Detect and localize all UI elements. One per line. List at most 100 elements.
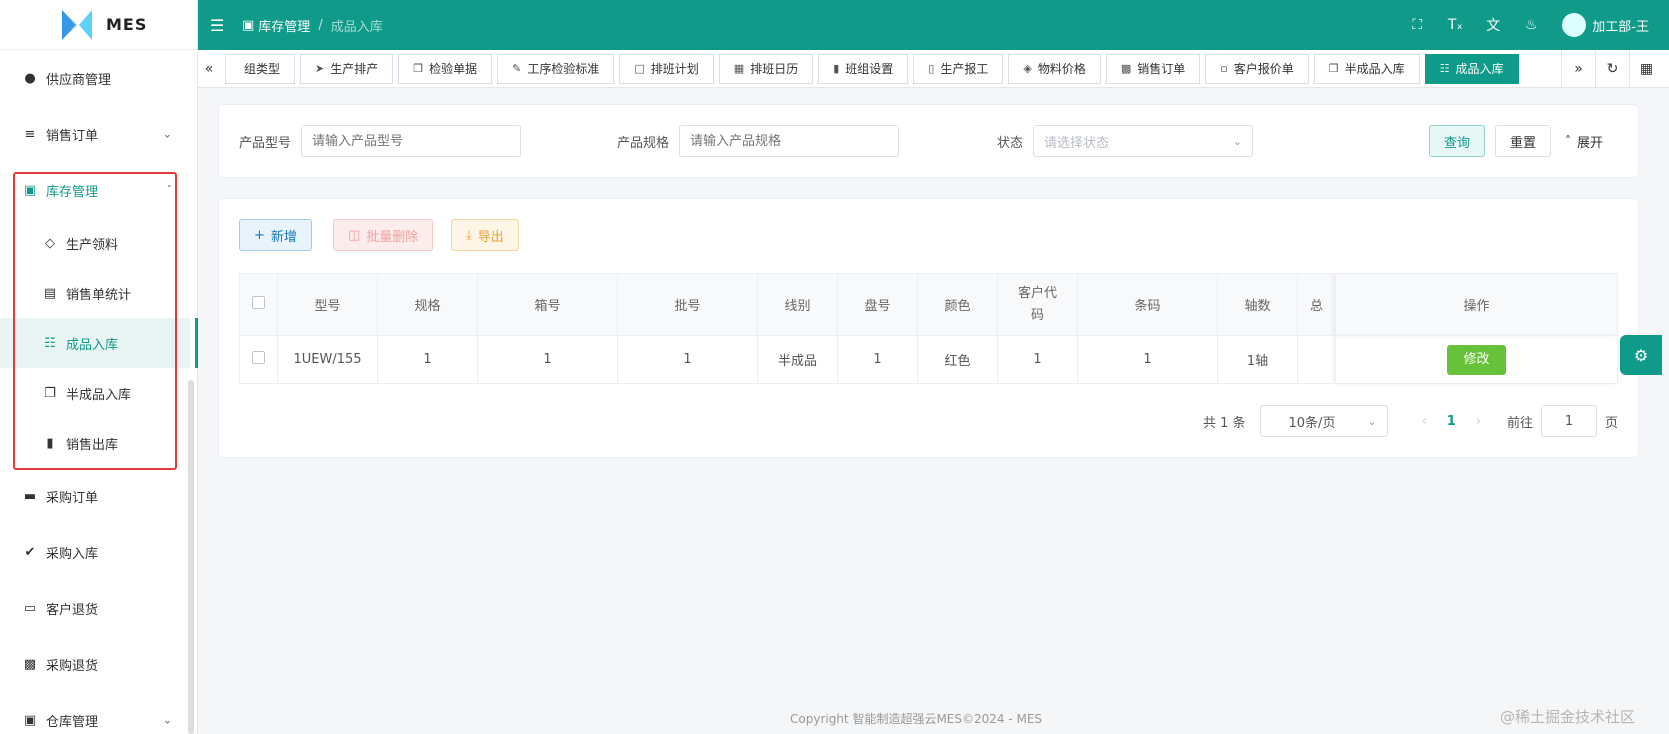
reset-button[interactable]: 重置 [1495, 125, 1552, 157]
search-form: 产品型号 产品规格 状态 请选择状态 ⌄ 查询 重置 ˄ 展开 [218, 104, 1639, 178]
tab-production-report[interactable]: ▯ 生产报工 [913, 53, 1004, 84]
prev-page-icon[interactable]: ‹ [1422, 414, 1427, 429]
table-cell: 1 [997, 335, 1078, 384]
tab-inspection-doc[interactable]: ❐ 检验单据 [398, 53, 493, 84]
tab-label: 工序检验标准 [527, 62, 600, 76]
sidebar-item-label: 仓库管理 [46, 714, 99, 730]
hamburger-icon[interactable]: ☰ [210, 16, 230, 35]
sidebar-item-label: 供应商管理 [46, 72, 112, 88]
expand-button[interactable]: ˄ 展开 [1565, 125, 1603, 157]
column-header: 线别 [757, 273, 838, 336]
tab-group-type[interactable]: 组类型 [225, 53, 296, 84]
total-count: 共 1 条 [1202, 415, 1246, 431]
breadcrumb-item[interactable]: 库存管理 [258, 16, 310, 35]
tab-process-standard[interactable]: ✎ 工序检验标准 [497, 53, 615, 84]
bell-icon[interactable]: ♨ [1512, 17, 1550, 33]
watermark: @稀土掘金技术社区 [1500, 708, 1636, 726]
tab-sales-order[interactable]: ▩ 销售订单 [1105, 53, 1201, 84]
current-page[interactable]: 1 [1447, 414, 1456, 429]
breadcrumb-current: 成品入库 [330, 19, 383, 35]
edit-icon: ✎ [512, 62, 522, 75]
batch-delete-button[interactable]: ◫ 批量删除 [333, 219, 434, 251]
sidebar-item-customer-return[interactable]: ▭ 客户退货 [0, 580, 190, 636]
add-button[interactable]: + 新增 [239, 219, 312, 251]
fullscreen-icon[interactable]: ⛶ [1398, 17, 1436, 33]
model-label: 产品型号 [239, 135, 292, 151]
sidebar-item-warehouse[interactable]: ▣ 仓库管理 ⌄ [0, 692, 190, 734]
goto-label: 前往 [1506, 415, 1533, 431]
logo: MES [0, 0, 197, 50]
sidebar-item-inventory[interactable]: ▣ 库存管理 ˆ [0, 162, 190, 218]
chevron-down-icon: ⌄ [1232, 134, 1243, 148]
table-cell: 1轴 [1217, 335, 1298, 384]
warehouse-icon: ▣ [23, 712, 37, 728]
sidebar-item-sales-out[interactable]: ▮ 销售出库 [0, 418, 190, 468]
tabs-scroll-right-icon[interactable]: » [1561, 49, 1595, 88]
send-icon: ➤ [315, 62, 325, 75]
sidebar-item-supplier[interactable]: ● 供应商管理 [0, 50, 190, 106]
tabs-scroll-left-icon[interactable]: « [198, 61, 220, 77]
sidebar-item-purchase-order[interactable]: ▬ 采购订单 [0, 468, 190, 524]
row-checkbox[interactable] [252, 351, 265, 364]
table-cell: 1 [1077, 335, 1218, 384]
model-field: 产品型号 [239, 125, 522, 157]
column-header: 客户代码 [997, 273, 1078, 336]
translate-icon[interactable]: 文 [1474, 15, 1512, 35]
select-all-checkbox[interactable] [252, 296, 265, 309]
tablet-icon: ▯ [928, 62, 935, 75]
status-placeholder: 请选择状态 [1044, 135, 1110, 151]
list-check-icon: ≡ [24, 126, 36, 142]
user-name[interactable]: 加工部-王 [1592, 16, 1649, 35]
table-row: 1UEW/155 1 1 1 半成品 1 红色 1 1 1轴 修改 [239, 335, 1618, 384]
sidebar-item-sales-statistics[interactable]: ▤ 销售单统计 [0, 268, 190, 318]
sidebar-item-production-material[interactable]: ◇ 生产领料 [0, 218, 190, 268]
sidebar-item-label: 销售出库 [66, 437, 119, 453]
ticket-icon: ▩ [23, 656, 37, 672]
sidebar-item-label: 采购订单 [46, 490, 99, 506]
sidebar-item-label: 半成品入库 [66, 387, 132, 403]
data-table: 型号 规格 箱号 批号 线别 盘号 颜色 客户代码 条码 轴数 总 操作 1UE… [239, 273, 1618, 384]
font-size-icon[interactable]: Tₓ [1436, 17, 1474, 33]
sidebar-item-finished-goods-in[interactable]: ☷ 成品入库 [0, 318, 198, 368]
model-input[interactable] [301, 125, 522, 157]
status-select[interactable]: 请选择状态 ⌄ [1033, 125, 1254, 157]
calendar-icon: ▦ [733, 62, 745, 75]
grid-icon[interactable]: ▦ [1629, 49, 1663, 88]
tab-production-schedule[interactable]: ➤ 生产排产 [300, 53, 394, 84]
tab-finished-goods-in[interactable]: ☷ 成品入库 [1424, 53, 1519, 84]
chevron-up-icon: ˆ [166, 183, 173, 197]
sidebar-item-label: 库存管理 [46, 184, 99, 200]
avatar[interactable] [1562, 13, 1587, 37]
copy-icon: ❐ [1328, 62, 1339, 75]
goto-page-input[interactable]: 1 [1540, 405, 1597, 437]
page-size-select[interactable]: 10条/页 ⌄ [1259, 405, 1388, 437]
tab-semi-finished-in[interactable]: ❐ 半成品入库 [1313, 53, 1420, 84]
tab-shift-plan[interactable]: □ 排班计划 [619, 53, 714, 84]
sidebar-item-semi-finished-in[interactable]: ❐ 半成品入库 [0, 368, 190, 418]
refresh-icon[interactable]: ↻ [1595, 49, 1629, 88]
tab-customer-quote[interactable]: ▫ 客户报价单 [1205, 53, 1309, 84]
table-cell: 红色 [917, 335, 998, 384]
spec-input[interactable] [679, 125, 900, 157]
export-button[interactable]: ⤓ 导出 [451, 219, 519, 251]
tabs-bar: « 组类型 ➤ 生产排产 ❐ 检验单据 ✎ 工序检验标准 □ 排班计划 ▦ 排班日历 ▮ 班… [198, 49, 1669, 88]
next-page-icon[interactable]: › [1476, 414, 1481, 429]
sidebar-item-purchase-in[interactable]: ✔ 采购入库 [0, 524, 190, 580]
tab-team-settings[interactable]: ▮ 班组设置 [818, 53, 909, 84]
query-button[interactable]: 查询 [1429, 125, 1486, 157]
status-field: 状态 请选择状态 ⌄ [997, 125, 1254, 157]
add-label: 新增 [270, 229, 297, 245]
edit-button[interactable]: 修改 [1447, 344, 1506, 375]
table-cell: 1 [617, 335, 758, 384]
table-card: + 新增 ◫ 批量删除 ⤓ 导出 型号 规格 箱号 批号 线别 盘号 颜色 客户… [218, 198, 1639, 458]
column-header: 箱号 [477, 273, 618, 336]
sidebar-item-purchase-return[interactable]: ▩ 采购退货 [0, 636, 190, 692]
sidebar-item-sales-order[interactable]: ≡ 销售订单 ⌄ [0, 106, 190, 162]
tab-shift-calendar[interactable]: ▦ 排班日历 [718, 53, 814, 84]
settings-gear-icon[interactable]: ⚙ [1620, 335, 1662, 375]
sidebar-scrollbar[interactable] [188, 380, 194, 734]
table-cell: 1 [837, 335, 918, 384]
expand-label: 展开 [1577, 135, 1604, 151]
tab-material-price[interactable]: ◈ 物料价格 [1008, 53, 1101, 84]
sidebar-item-label: 销售订单 [46, 128, 99, 144]
